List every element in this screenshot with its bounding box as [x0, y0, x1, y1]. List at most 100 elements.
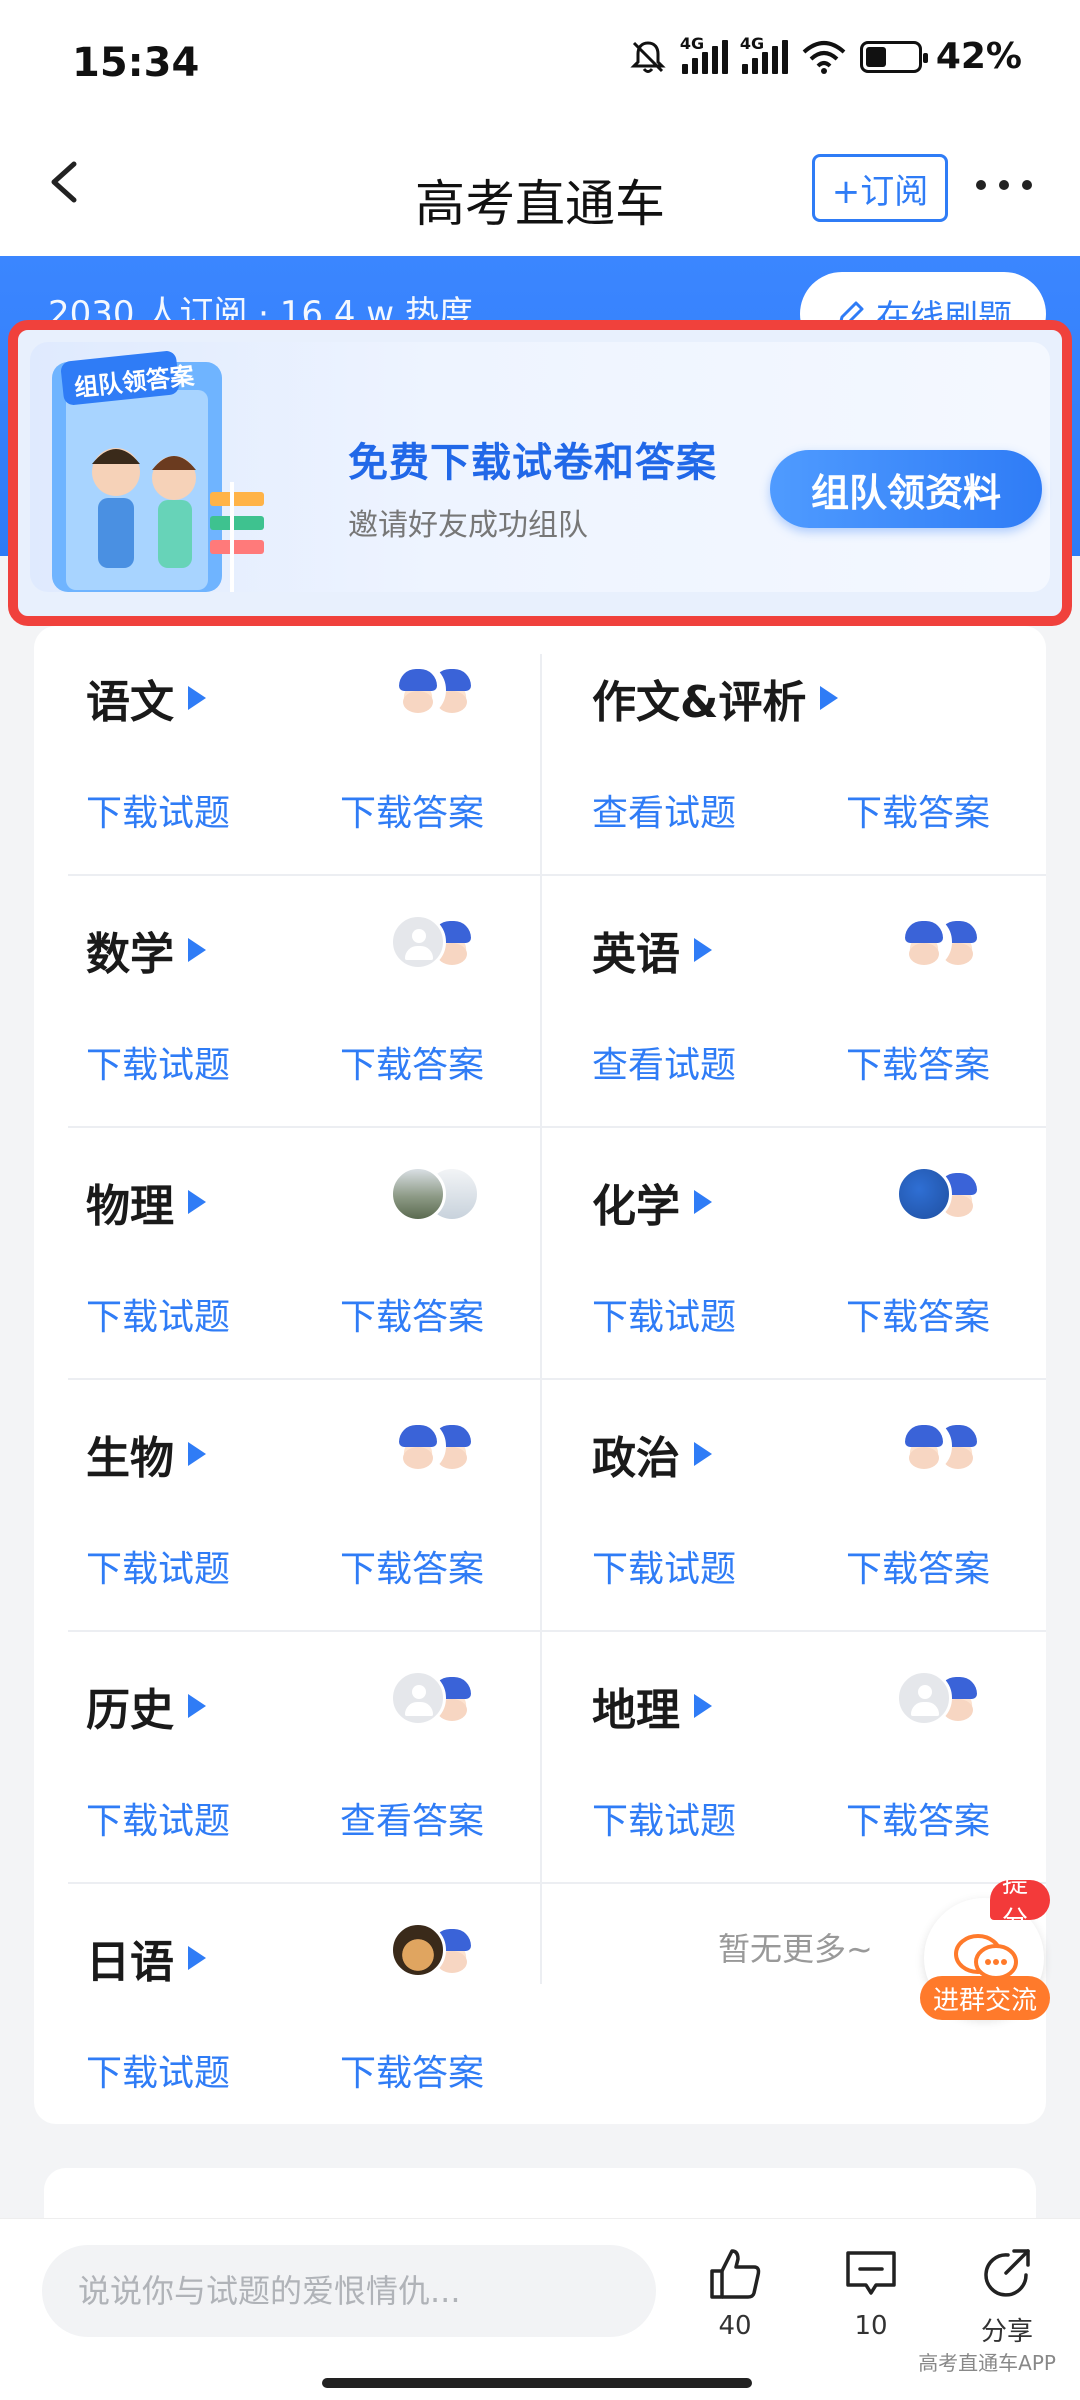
subject-name: 数学	[86, 929, 174, 980]
subject-title[interactable]: 历史	[86, 1674, 206, 1738]
subject-title[interactable]: 化学	[592, 1170, 712, 1234]
avatar-group	[896, 1670, 996, 1730]
subject-name: 化学	[592, 1181, 680, 1232]
subject-cell: 政治下载试题 下载答案	[540, 1382, 1046, 1634]
network-type-2: 4G	[739, 33, 765, 53]
subject-cell: 作文&评析查看试题 下载答案	[540, 626, 1046, 878]
play-icon	[188, 1946, 206, 1970]
question-link[interactable]: 下载试题	[86, 1540, 230, 1592]
answer-link[interactable]: 下载答案	[340, 784, 484, 836]
status-time: 15:34	[72, 40, 200, 86]
avatar	[390, 1670, 446, 1726]
question-link[interactable]: 查看试题	[592, 784, 736, 836]
answer-link[interactable]: 下载答案	[340, 1288, 484, 1340]
play-icon	[694, 1442, 712, 1466]
play-icon	[188, 1190, 206, 1214]
comment-input[interactable]	[42, 2245, 656, 2337]
question-link[interactable]: 下载试题	[592, 1792, 736, 1844]
subject-title[interactable]: 语文	[86, 666, 206, 730]
answer-link[interactable]: 下载答案	[846, 1036, 990, 1088]
comment-count: 10	[854, 2311, 888, 2341]
float-label: 进群交流	[920, 1976, 1050, 2020]
subject-title[interactable]: 英语	[592, 918, 712, 982]
mute-bell-icon	[630, 40, 666, 73]
subject-cell: 历史下载试题 查看答案	[34, 1634, 540, 1886]
answer-link[interactable]: 下载答案	[340, 1036, 484, 1088]
avatar	[390, 1922, 446, 1978]
play-icon	[694, 1190, 712, 1214]
subject-cell: 物理下载试题 下载答案	[34, 1130, 540, 1382]
answer-link[interactable]: 下载答案	[846, 1792, 990, 1844]
subject-cell: 生物下载试题 下载答案	[34, 1382, 540, 1634]
avatar-group	[390, 914, 490, 974]
share-button[interactable]: 分享	[952, 2245, 1062, 2348]
subject-cell: 日语下载试题 下载答案	[34, 1886, 540, 2138]
play-icon	[188, 1442, 206, 1466]
avatar-group	[390, 1922, 490, 1982]
subjects-card: 语文 下载试题 下载答案 作文&评析 查看试题 下载答案 数学 下载试题 下载答案 英语 查看试题下…	[34, 626, 1046, 2124]
subscribe-button[interactable]: +订阅	[812, 154, 948, 222]
battery-level: 42%	[935, 36, 1022, 77]
play-icon	[694, 1694, 712, 1718]
play-icon	[694, 938, 712, 962]
comment-button[interactable]: 10	[816, 2245, 926, 2341]
banner-headline: 免费下载试卷和答案	[348, 440, 717, 486]
avatar-group	[896, 1166, 996, 1226]
subject-title[interactable]: 数学	[86, 918, 206, 982]
team-claim-button[interactable]: 组队领资料	[770, 450, 1042, 528]
subject-cell: 英语查看试题 下载答案	[540, 878, 1046, 1130]
battery-icon	[859, 40, 928, 73]
team-banner[interactable]: 组队领答案 免费下载试卷和答案 邀请好友成功组队 组队领资料	[30, 342, 1050, 592]
answer-link[interactable]: 下载答案	[340, 2044, 484, 2096]
group-chat-float-button[interactable]: 提分 进群交流	[920, 1869, 1050, 2030]
subject-title[interactable]: 政治	[592, 1422, 712, 1486]
avatar-group	[390, 1166, 490, 1226]
subject-title[interactable]: 作文&评析	[592, 666, 839, 730]
subject-name: 物理	[86, 1181, 174, 1232]
status-bar: 15:34 4G 4G 42%	[0, 0, 1080, 120]
subject-name: 历史	[86, 1685, 174, 1736]
question-link[interactable]: 下载试题	[86, 784, 230, 836]
avatar-group	[896, 1418, 996, 1478]
subject-cell: 化学下载试题 下载答案	[540, 1130, 1046, 1382]
answer-link[interactable]: 下载答案	[340, 1540, 484, 1592]
avatar-group	[390, 1670, 490, 1730]
no-more-text: 暂无更多~	[718, 1930, 873, 1968]
subject-title[interactable]: 物理	[86, 1170, 206, 1234]
question-link[interactable]: 查看试题	[592, 1036, 736, 1088]
question-link[interactable]: 下载试题	[592, 1288, 736, 1340]
avatar-group	[390, 662, 490, 722]
subject-title[interactable]: 日语	[86, 1926, 206, 1990]
wifi-icon	[802, 40, 846, 74]
answer-link[interactable]: 下载答案	[846, 784, 990, 836]
signal-icon-2: 4G	[740, 34, 788, 74]
question-link[interactable]: 下载试题	[86, 1288, 230, 1340]
subject-name: 地理	[592, 1685, 680, 1736]
avatar	[896, 914, 952, 970]
signal-icon-1: 4G	[680, 34, 728, 74]
subject-title[interactable]: 地理	[592, 1674, 712, 1738]
like-button[interactable]: 40	[680, 2245, 790, 2341]
play-icon	[188, 938, 206, 962]
question-link[interactable]: 下载试题	[592, 1540, 736, 1592]
question-link[interactable]: 下载试题	[86, 1792, 230, 1844]
avatar-group	[390, 1418, 490, 1478]
question-link[interactable]: 下载试题	[86, 1036, 230, 1088]
avatar	[896, 1418, 952, 1474]
question-link[interactable]: 下载试题	[86, 2044, 230, 2096]
bottom-bar: 40 10 分享 高考直通车APP	[0, 2218, 1080, 2400]
answer-link[interactable]: 下载答案	[846, 1540, 990, 1592]
play-icon	[188, 1694, 206, 1718]
subject-title[interactable]: 生物	[86, 1422, 206, 1486]
answer-link[interactable]: 查看答案	[340, 1792, 484, 1844]
more-icon[interactable]	[976, 180, 1032, 194]
play-icon	[820, 686, 839, 710]
share-icon	[984, 2249, 1030, 2297]
avatar-group	[896, 914, 996, 974]
play-icon	[188, 686, 206, 710]
thumbs-up-icon	[710, 2249, 761, 2299]
subject-cell: 地理下载试题 下载答案	[540, 1634, 1046, 1886]
avatar	[390, 662, 446, 718]
answer-link[interactable]: 下载答案	[846, 1288, 990, 1340]
avatar	[390, 1418, 446, 1474]
